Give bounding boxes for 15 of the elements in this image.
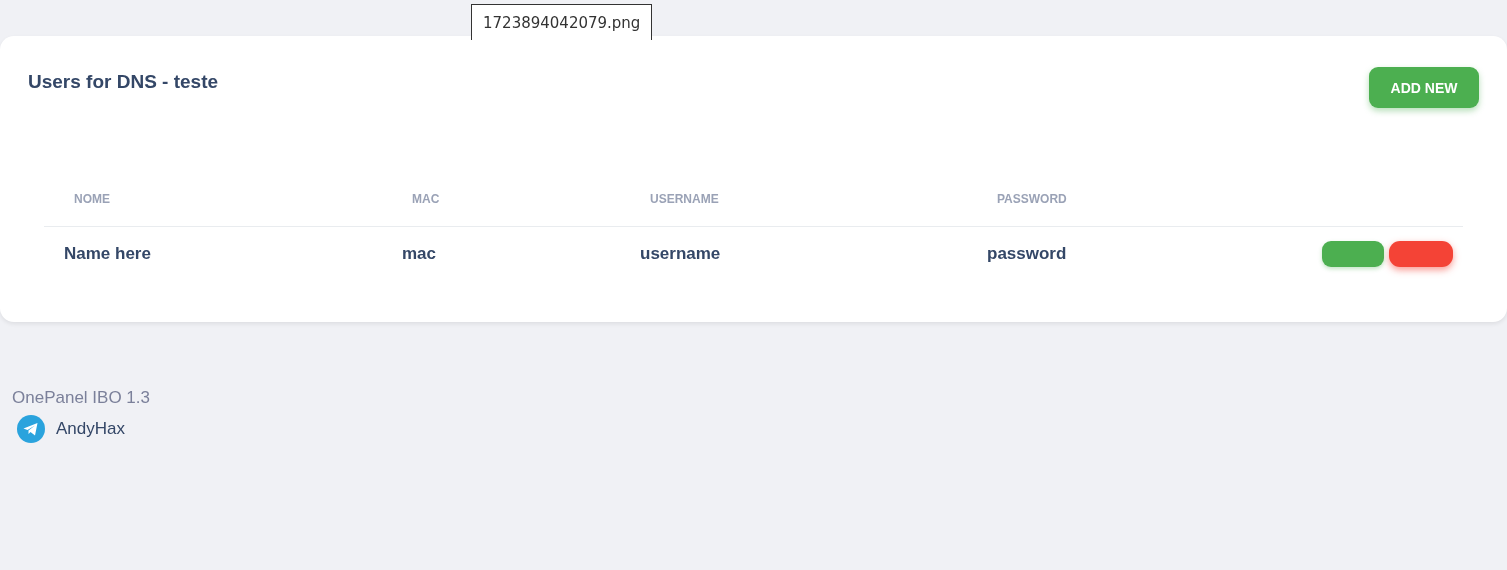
file-name-label: 1723894042079.png — [471, 4, 653, 40]
table-cell-text: Name here — [64, 244, 152, 264]
table-cell-text: password — [987, 244, 1068, 264]
table-cell-text: username — [640, 244, 722, 264]
column-header: PASSWORD — [997, 192, 1068, 206]
column-header: USERNAME — [650, 192, 720, 206]
column-header: NOME — [74, 192, 111, 206]
author-link[interactable]: AndyHax — [56, 419, 125, 439]
telegram-icon — [17, 415, 45, 443]
edit-button[interactable] — [1322, 241, 1384, 267]
page-title: Users for DNS - teste — [28, 71, 219, 93]
version-text: OnePanel IBO 1.3 — [12, 388, 151, 408]
delete-button[interactable] — [1389, 241, 1453, 267]
column-header: MAC — [412, 192, 441, 206]
table-cell-text: mac — [402, 244, 438, 264]
